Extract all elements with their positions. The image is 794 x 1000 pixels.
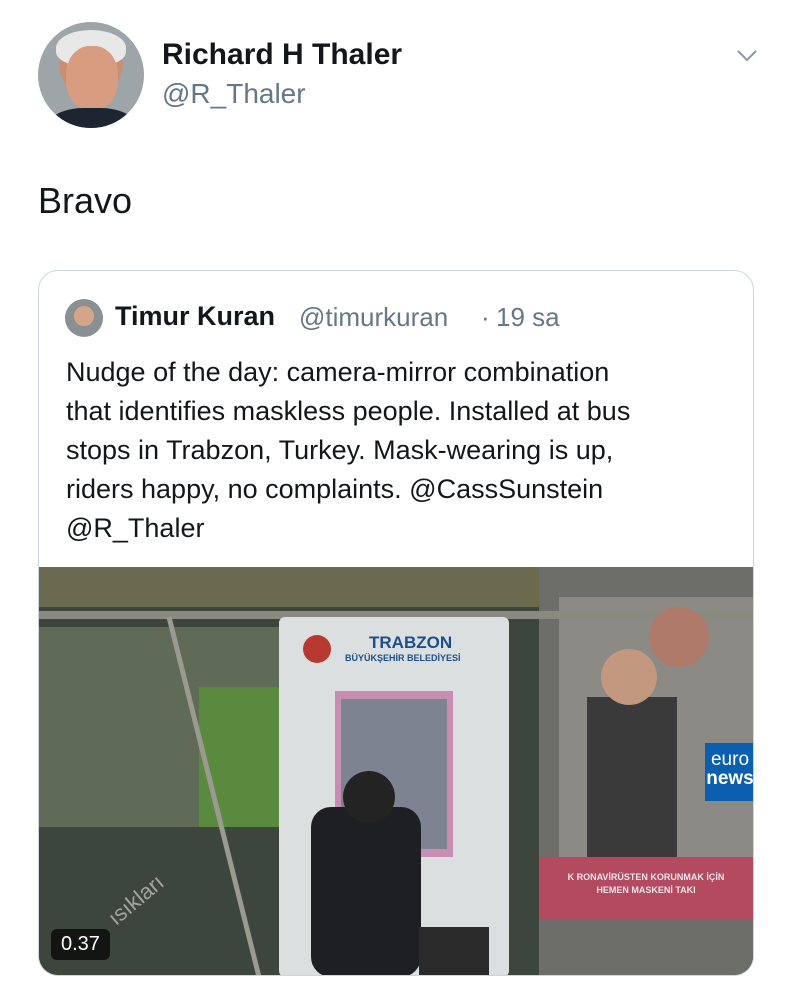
quoted-author-avatar[interactable] — [65, 299, 103, 337]
sign-subtitle: BÜYÜKŞEHİR BELEDİYESİ — [345, 653, 461, 663]
mention-link[interactable]: @R_Thaler — [66, 509, 746, 548]
video-duration-badge: 0.37 — [51, 929, 110, 960]
quoted-author-name[interactable]: Timur Kuran — [115, 301, 275, 332]
author-avatar[interactable] — [38, 22, 144, 128]
caption-line: HEMEN MASKENİ TAKI — [596, 885, 696, 895]
avatar-face — [66, 46, 118, 110]
quoted-tweet-text: Nudge of the day: camera-mirror combinat… — [66, 353, 746, 548]
meta-separator: · — [481, 302, 490, 332]
quoted-text-line: Nudge of the day: camera-mirror combinat… — [66, 357, 610, 387]
quoted-text-line: that identifies maskless people. Install… — [66, 396, 631, 426]
news-caption: K RONAVİRÜSTEN KORUNMAK İÇİN HEMEN MASKE… — [539, 857, 753, 919]
quoted-text-line: riders happy, no complaints. @CassSunste… — [66, 474, 604, 504]
logo-line: news — [706, 768, 754, 789]
author-handle[interactable]: @R_Thaler — [162, 78, 306, 110]
video-player[interactable]: TRABZON BÜYÜKŞEHİR BELEDİYESİ euro news … — [39, 567, 754, 975]
quoted-author-handle[interactable]: @timurkuran — [299, 302, 448, 333]
tweet-text: Bravo — [38, 180, 133, 221]
sign-title: TRABZON — [369, 633, 453, 652]
logo-line: euro — [710, 749, 750, 770]
caption-line: K RONAVİRÜSTEN KORUNMAK İÇİN — [567, 872, 725, 882]
quoted-timestamp[interactable]: 19 sa — [496, 302, 560, 333]
avatar-shirt — [50, 108, 134, 128]
author-name[interactable]: Richard H Thaler — [162, 38, 402, 72]
chevron-down-icon[interactable] — [736, 44, 758, 66]
quoted-text-line: stops in Trabzon, Turkey. Mask-wearing i… — [66, 435, 614, 465]
euronews-logo: euro news — [705, 743, 754, 801]
quoted-tweet-card[interactable]: Timur Kuran @timurkuran · 19 sa Nudge of… — [38, 270, 754, 976]
